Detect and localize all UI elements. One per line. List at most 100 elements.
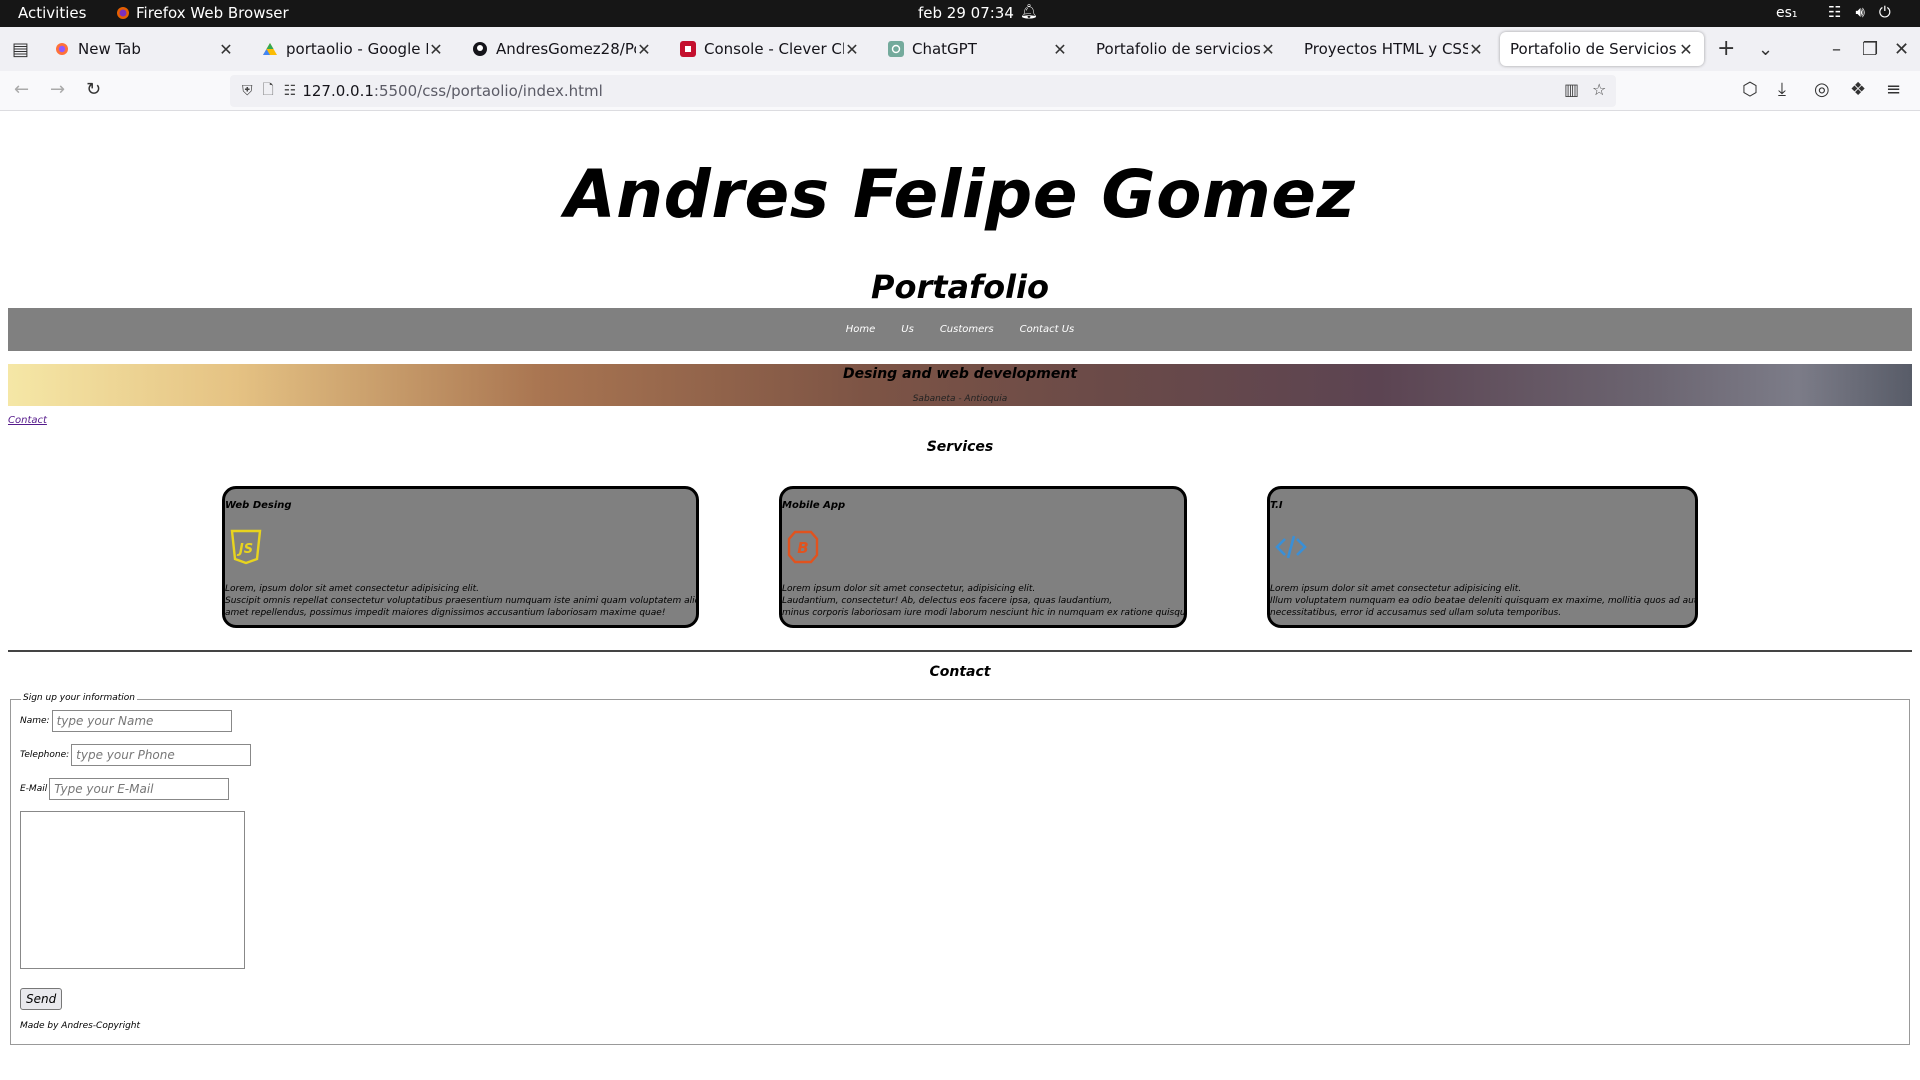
tab-label: portaolio - Google Drive (286, 40, 428, 58)
email-row: E-Mail (20, 778, 230, 800)
site-nav: Home Us Customers Contact Us (8, 308, 1912, 351)
tab-label: Console - Clever Cloud (704, 40, 844, 58)
close-tab-icon[interactable]: ✕ (1052, 40, 1068, 59)
url-host: 127.0.0.1 (302, 82, 374, 100)
page-icon[interactable]: 🗋︎ (263, 79, 274, 103)
tab-proyectos-html-css[interactable]: Proyectos HTML y CSS ✕ (1294, 32, 1494, 66)
google-drive-icon (262, 41, 278, 57)
navigation-toolbar: ← → ↻ ⛨ 🗋︎ ☷ 127.0.0.1:5500/css/portaoli… (0, 71, 1920, 111)
nav-link-us[interactable]: Us (901, 324, 914, 335)
name-input[interactable] (51, 710, 232, 732)
card-text: Lorem ipsum dolor sit amet consectetur a… (1270, 583, 1695, 619)
hero-banner: Desing and web development Sabaneta - An… (8, 364, 1912, 406)
close-tab-icon[interactable]: ✕ (1468, 40, 1484, 59)
activities-button[interactable]: Activities (18, 4, 86, 22)
card-text-line: Lorem ipsum dolor sit amet consectetur, … (782, 584, 1036, 594)
notification-bell-icon: 🔔︎ (1020, 4, 1038, 20)
card-text-line: amet repellendus, possimus impedit maior… (225, 608, 666, 618)
tab-google-drive[interactable]: portaolio - Google Drive ✕ (252, 32, 454, 66)
card-text-line: Laudantium, consectetur! Ab, delectus eo… (782, 596, 1113, 606)
card-text: Lorem, ipsum dolor sit amet consectetur … (225, 583, 696, 619)
tab-label: Portafolio de Servicios (1510, 40, 1677, 58)
downloads-icon[interactable]: ⤓ (1778, 79, 1786, 100)
service-card-web-design: Web Desing JS Lorem, ipsum dolor sit ame… (222, 486, 699, 628)
new-tab-icon[interactable]: + (1717, 36, 1735, 61)
firefox-icon (117, 7, 129, 19)
close-tab-icon[interactable]: ✕ (428, 40, 444, 59)
email-label: E-Mail (20, 784, 48, 794)
close-tab-icon[interactable]: ✕ (218, 40, 234, 59)
tab-label: Portafolio de servicios (1096, 40, 1260, 58)
message-textarea[interactable] (20, 811, 245, 969)
permissions-icon[interactable]: ☷ (284, 83, 297, 99)
close-tab-icon[interactable]: ✕ (1678, 40, 1694, 59)
clock[interactable]: feb 29 07:34 (918, 4, 1014, 22)
app-menu[interactable]: Firefox Web Browser (116, 4, 289, 22)
telephone-label: Telephone: (20, 750, 70, 760)
close-tab-icon[interactable]: ✕ (636, 40, 652, 59)
url-bar[interactable]: ⛨ 🗋︎ ☷ 127.0.0.1:5500/css/portaolio/inde… (230, 75, 1616, 107)
bookmark-star-icon[interactable]: ☆ (1592, 80, 1606, 99)
telephone-row: Telephone: (20, 744, 252, 766)
close-tab-icon[interactable]: ✕ (844, 40, 860, 59)
github-icon (472, 41, 488, 57)
power-icon: ⏻ (1878, 3, 1891, 21)
page-content: Andres Felipe Gomez Portafolio Home Us C… (0, 112, 1920, 1080)
tab-label: ChatGPT (912, 40, 977, 58)
extensions-icon[interactable]: ❖ (1850, 79, 1866, 100)
tab-label: AndresGomez28/Portafolio (496, 40, 636, 58)
page-subtitle: Portafolio (871, 268, 1049, 306)
tab-portafolio-de-servicios[interactable]: Portafolio de servicios ✕ (1086, 32, 1286, 66)
minimize-icon[interactable]: – (1832, 39, 1841, 60)
contact-heading: Contact (929, 664, 991, 680)
firefox-view-icon[interactable]: ▤ (12, 39, 29, 60)
list-all-tabs-icon[interactable]: ⌄ (1758, 39, 1773, 60)
tab-portafolio-active[interactable]: Portafolio de Servicios ✕ (1500, 32, 1704, 66)
shield-icon[interactable]: ⛨ (242, 83, 253, 99)
close-window-icon[interactable]: ✕ (1894, 39, 1909, 60)
tab-label: Proyectos HTML y CSS (1304, 40, 1468, 58)
system-top-bar: Activities Firefox Web Browser feb 29 07… (0, 0, 1920, 27)
chatgpt-icon (888, 41, 904, 57)
tab-chatgpt[interactable]: ChatGPT ✕ (878, 32, 1078, 66)
code-icon (1275, 535, 1307, 559)
nav-link-contact-us[interactable]: Contact Us (1020, 324, 1075, 335)
card-text-line: Lorem ipsum dolor sit amet consectetur a… (1270, 584, 1522, 594)
footer-copyright: Made by Andres-Copyright (20, 1021, 141, 1031)
system-menu[interactable]: ☷ 🔊︎ ⏻ (1828, 3, 1891, 21)
close-tab-icon[interactable]: ✕ (1260, 40, 1276, 59)
reader-view-icon[interactable]: ▥ (1564, 80, 1579, 99)
keyboard-layout-indicator[interactable]: es₁ (1776, 5, 1798, 21)
hero-location: Sabaneta - Antioquia (912, 394, 1008, 404)
card-text-line: necessitatibus, error id accusamus sed u… (1270, 608, 1562, 618)
card-text-line: Suscipit omnis repellat consectetur volu… (225, 596, 696, 606)
telephone-input[interactable] (71, 744, 252, 766)
name-row: Name: (20, 710, 232, 732)
nav-link-home[interactable]: Home (846, 324, 876, 335)
tab-new-tab[interactable]: New Tab ✕ (44, 32, 244, 66)
send-button[interactable]: Send (20, 988, 63, 1010)
email-input[interactable] (49, 778, 230, 800)
reload-icon[interactable]: ↻ (86, 79, 101, 100)
pocket-icon[interactable]: ⬡ (1742, 79, 1758, 100)
contact-link[interactable]: Contact (8, 415, 47, 426)
svg-text:B: B (797, 539, 808, 557)
services-heading: Services (926, 439, 994, 455)
tab-strip: ▤ New Tab ✕ portaolio - Google Drive ✕ A… (0, 27, 1920, 71)
card-title: Web Desing (225, 500, 292, 511)
forward-icon[interactable]: → (50, 79, 65, 100)
menu-icon[interactable]: ≡ (1886, 79, 1901, 100)
restore-icon[interactable]: ❐ (1862, 39, 1878, 60)
network-icon: ☷ (1828, 3, 1842, 21)
card-title: Mobile App (782, 500, 846, 511)
tab-github[interactable]: AndresGomez28/Portafolio ✕ (462, 32, 662, 66)
card-text-line: minus corporis laboriosam iure modi labo… (782, 608, 1184, 618)
url-path: :5500/css/portaolio/index.html (373, 82, 603, 100)
tab-clever-cloud[interactable]: Console - Clever Cloud ✕ (670, 32, 870, 66)
nav-link-customers[interactable]: Customers (940, 324, 994, 335)
section-divider (8, 650, 1912, 652)
tab-label: New Tab (78, 40, 141, 58)
hero-title: Desing and web development (842, 366, 1078, 382)
back-icon[interactable]: ← (14, 79, 29, 100)
account-icon[interactable]: ◎ (1814, 79, 1830, 100)
